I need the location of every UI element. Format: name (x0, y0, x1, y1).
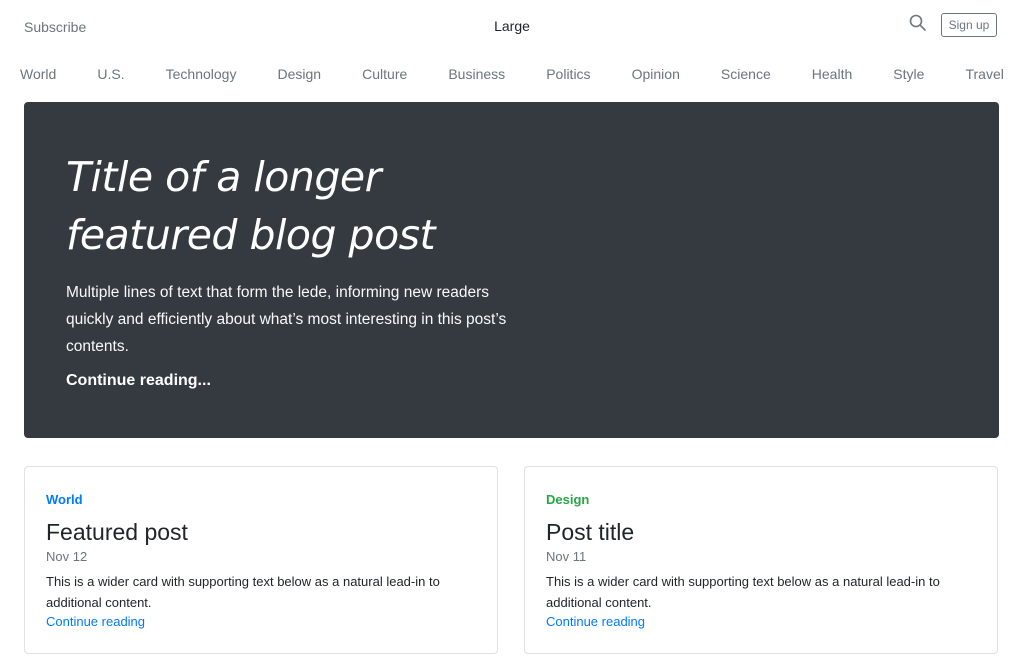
post-card-design: Design Post title Nov 11 This is a wider… (524, 466, 998, 654)
featured-post-title-line-1: Title of a longer (66, 153, 381, 201)
post-excerpt: This is a wider card with supporting tex… (546, 574, 940, 610)
nav-item-design[interactable]: Design (270, 62, 330, 88)
post-title: Featured post (46, 519, 188, 545)
post-title: Post title (546, 519, 635, 545)
nav-item-style[interactable]: Style (885, 62, 932, 88)
nav-item-health[interactable]: Health (804, 62, 860, 88)
post-category: World (46, 492, 83, 507)
nav-item-technology[interactable]: Technology (158, 62, 245, 88)
continue-reading-link[interactable]: Continue reading... (66, 372, 211, 390)
nav-item-politics[interactable]: Politics (538, 62, 598, 88)
card-continue-reading-link[interactable]: Continue reading (46, 614, 145, 629)
brand-title[interactable]: Large (494, 18, 530, 34)
nav-item-travel[interactable]: Travel (957, 62, 1011, 88)
featured-post-jumbotron: Title of a longer featured blog post Mul… (24, 102, 999, 438)
post-date: Nov 11 (546, 549, 587, 564)
nav-item-business[interactable]: Business (440, 62, 513, 88)
subscribe-link[interactable]: Subscribe (24, 19, 86, 35)
nav-item-world[interactable]: World (12, 62, 64, 88)
search-icon[interactable] (908, 13, 928, 33)
nav-item-culture[interactable]: Culture (354, 62, 415, 88)
post-excerpt: This is a wider card with supporting tex… (46, 574, 440, 610)
post-date: Nov 12 (46, 549, 88, 564)
featured-post-lede: Multiple lines of text that form the led… (66, 284, 507, 355)
category-nav: World U.S. Technology Design Culture Bus… (12, 62, 1012, 88)
card-continue-reading-link[interactable]: Continue reading (546, 614, 645, 629)
blog-header: Subscribe Large Sign up (0, 0, 1024, 56)
nav-item-us[interactable]: U.S. (89, 62, 132, 88)
featured-post-title-line-2: featured blog post (66, 211, 436, 259)
nav-item-science[interactable]: Science (713, 62, 779, 88)
post-category: Design (546, 492, 590, 507)
sign-up-button[interactable]: Sign up (941, 13, 997, 37)
post-card-featured: World Featured post Nov 12 This is a wid… (24, 466, 498, 654)
brand-title-wrapper: Large (0, 18, 1024, 34)
featured-post-title: Title of a longer featured blog post (66, 148, 626, 264)
nav-item-opinion[interactable]: Opinion (624, 62, 688, 88)
